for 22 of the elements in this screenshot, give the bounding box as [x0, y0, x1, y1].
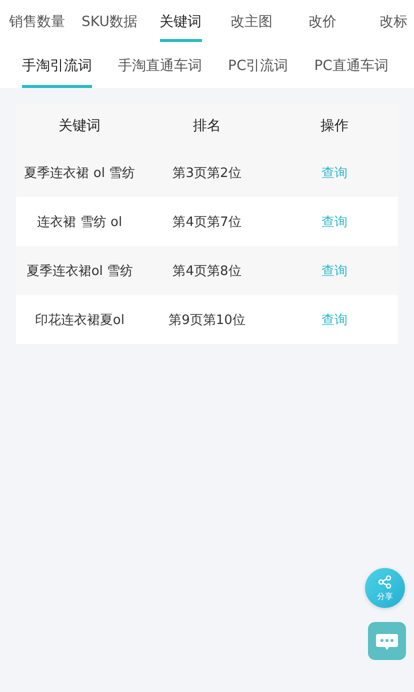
category-tab[interactable]: 改价: [308, 0, 336, 44]
table-cell-text: 印花连衣裙夏ol: [34, 312, 126, 328]
column-header: 操作: [319, 117, 350, 135]
table-cell-text: 第4页第8位: [172, 262, 242, 280]
keyword-source-tab[interactable]: 手淘引流词: [22, 44, 92, 88]
keyword-source-tab[interactable]: PC直通车词: [314, 44, 388, 88]
table-cell-text: 第3页第2位: [172, 164, 242, 182]
chat-icon[interactable]: [368, 622, 406, 660]
category-tab[interactable]: SKU数据: [82, 0, 138, 44]
table-cell-text: 第9页第10位: [168, 312, 246, 328]
table-cell-text: 夏季连衣裙ol 雪纺: [25, 262, 134, 280]
table-cell-text: 夏季连衣裙 ol 雪纺: [23, 164, 136, 182]
column-header: 关键词: [58, 117, 102, 135]
keyword-source-tab[interactable]: 手淘直通车词: [118, 44, 202, 88]
category-tab[interactable]: 销售数量: [9, 0, 65, 44]
column-header: 排名: [192, 117, 222, 135]
category-tab[interactable]: 改主图: [230, 0, 272, 44]
share-icon: [378, 574, 392, 588]
table-cell-text: 连衣裙 雪纺 ol: [36, 214, 124, 230]
category-tab[interactable]: 改标: [380, 0, 408, 44]
table-cell-text: 第4页第7位: [172, 214, 242, 230]
keyword-source-tab[interactable]: PC引流词: [228, 44, 288, 88]
